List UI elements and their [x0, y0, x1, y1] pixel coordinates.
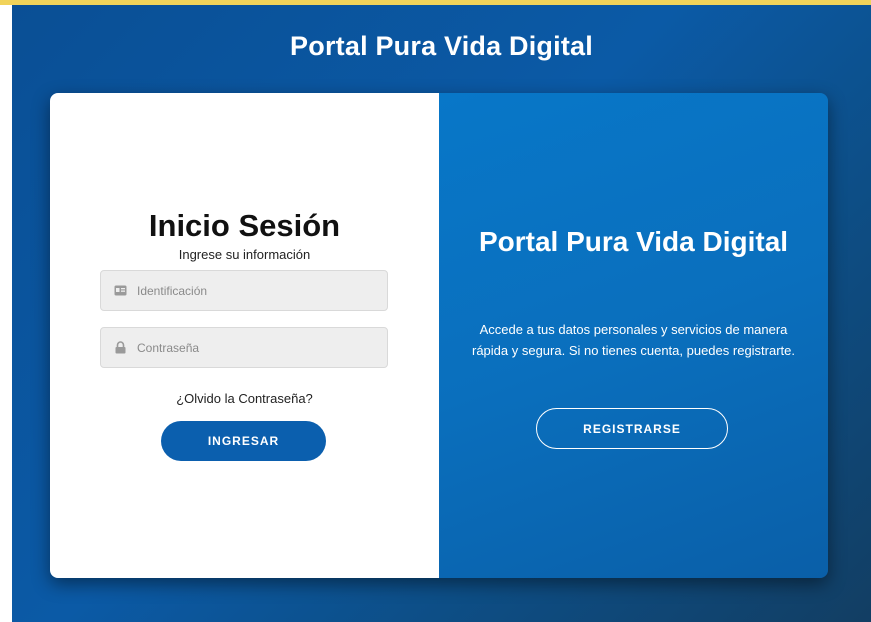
- page-title: Portal Pura Vida Digital: [290, 31, 593, 61]
- identification-field[interactable]: [100, 270, 388, 311]
- login-button[interactable]: INGRESAR: [161, 421, 326, 461]
- password-field[interactable]: [100, 327, 388, 368]
- id-card-icon: [113, 284, 127, 298]
- forgot-password-link[interactable]: ¿Olvido la Contraseña?: [50, 391, 439, 406]
- lock-icon: [113, 341, 127, 355]
- login-title: Inicio Sesión: [148, 208, 341, 243]
- page-background: Portal Pura Vida Digital Inicio Sesión I…: [12, 5, 871, 622]
- login-panel: Inicio Sesión Ingrese su información Ide…: [50, 93, 439, 578]
- register-button[interactable]: REGISTRARSE: [536, 408, 728, 449]
- info-description: Accede a tus datos personales y servicio…: [471, 322, 796, 358]
- info-title: Portal Pura Vida Digital: [478, 226, 789, 257]
- login-card: Inicio Sesión Ingrese su información Ide…: [50, 93, 828, 578]
- identification-input[interactable]: [137, 283, 377, 298]
- password-input[interactable]: [137, 340, 377, 355]
- login-subtitle: Ingrese su información: [178, 247, 311, 262]
- info-panel: Portal Pura Vida Digital Accede a tus da…: [439, 93, 828, 578]
